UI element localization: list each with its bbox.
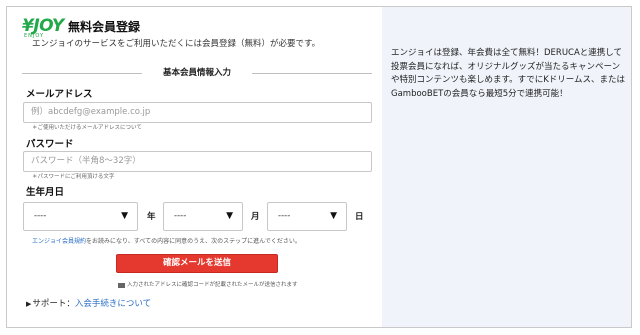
birth-year-value: ---- [34, 211, 47, 221]
mail-icon [118, 282, 125, 288]
submit-notice: 入力されたアドレスに確認コードが記載されたメールが送信されます [118, 281, 298, 289]
password-hint-link[interactable]: ＊パスワードにご利用頂ける文字 [32, 173, 114, 181]
birth-month-select[interactable]: ---- ▼ [163, 202, 243, 231]
year-unit: 年 [147, 212, 156, 222]
page-subtitle: エンジョイのサービスをご利用いただくには会員登録（無料）が必要です。 [32, 39, 321, 49]
day-unit: 日 [355, 212, 364, 222]
birth-day-select[interactable]: ---- ▼ [267, 202, 347, 231]
triangle-right-icon: ▶ [26, 300, 32, 308]
section-divider: 基本会員情報入力 [22, 67, 372, 79]
password-field[interactable]: パスワード（半角8〜32字） [23, 151, 372, 172]
chevron-down-icon: ▼ [121, 211, 128, 221]
password-label: パスワード [26, 139, 74, 150]
month-unit: 月 [251, 212, 260, 222]
email-label: メールアドレス [26, 89, 93, 100]
info-panel-text: エンジョイは登録、年会費は全て無料！DERUCAと連携して投票会員になれば、オリ… [391, 48, 626, 99]
birth-month-value: ---- [174, 211, 187, 221]
send-confirmation-button[interactable]: 確認メールを送信 [116, 254, 278, 273]
page-title: 無料会員登録 [68, 20, 141, 34]
terms-link[interactable]: エンジョイ会員規約 [32, 238, 86, 245]
email-field[interactable]: 例）abcdefg@example.co.jp [23, 102, 372, 123]
email-hint-link[interactable]: ＊ご使用いただけるメールアドレスについて [32, 124, 142, 132]
divider-line-right [252, 73, 372, 74]
support-row: ▶サポート：入会手続きについて [26, 298, 151, 310]
support-link[interactable]: 入会手続きについて [75, 299, 151, 309]
birth-day-value: ---- [278, 211, 291, 221]
birth-year-select[interactable]: ---- ▼ [23, 202, 138, 231]
birthdate-label: 生年月日 [26, 187, 65, 198]
terms-agreement: エンジョイ会員規約をお読みになり、すべての内容に同意のうえ、次のステップに進んで… [32, 237, 301, 246]
support-label: サポート： [32, 299, 75, 309]
chevron-down-icon: ▼ [226, 211, 233, 221]
notice-text: 入力されたアドレスに確認コードが記載されたメールが送信されます [127, 282, 298, 288]
chevron-down-icon: ▼ [330, 211, 337, 221]
terms-text: をお読みになり、すべての内容に同意のうえ、次のステップに進んでください。 [86, 238, 301, 245]
